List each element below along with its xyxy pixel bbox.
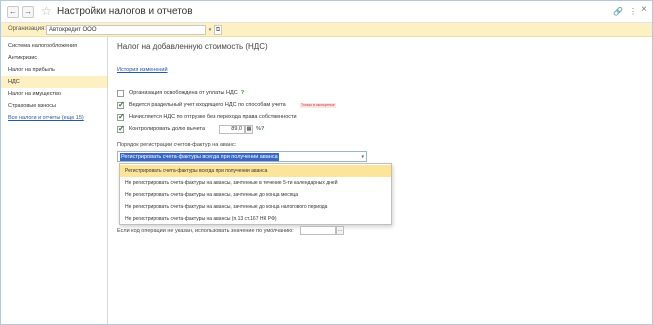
- organization-input[interactable]: Автокредит ООО: [46, 25, 206, 35]
- page-title: Налог на добавленную стоимость (НДС): [117, 42, 268, 51]
- option-label: Контролировать долю вычета: [129, 126, 206, 132]
- checkbox[interactable]: [117, 90, 124, 97]
- forward-arrow-icon[interactable]: →: [22, 6, 34, 18]
- option-label: Начисляется НДС по отгрузке без перехода…: [129, 114, 297, 120]
- status-badge: Только в экспортные: [300, 103, 336, 108]
- back-arrow-icon[interactable]: ←: [7, 6, 19, 18]
- select-button[interactable]: ...: [336, 226, 344, 235]
- sidebar-item-insurance[interactable]: Страховые взносы: [1, 100, 107, 112]
- checkbox[interactable]: [117, 112, 125, 121]
- default-code-label: Если код операции не указан, использоват…: [117, 228, 294, 234]
- sidebar-item-property-tax[interactable]: Налог на имущество: [1, 88, 107, 100]
- dropdown-option[interactable]: Не регистрировать счета-фактуры на аванс…: [120, 177, 391, 189]
- chevron-down-icon[interactable]: ▾: [361, 153, 364, 161]
- organization-label: Организация:: [8, 26, 46, 32]
- main-panel: Налог на добавленную стоимость (НДС) Ист…: [108, 37, 652, 324]
- open-form-icon[interactable]: ⧉: [214, 25, 222, 35]
- option-label: Организация освобождена от уплаты НДС?: [129, 90, 245, 96]
- invoice-order-dropdown: Регистрировать счета-фактуры всегда при …: [119, 163, 392, 225]
- option-label: Ведется раздельный учет входящего НДС по…: [129, 102, 286, 108]
- dropdown-option[interactable]: Не регистрировать счета-фактуры на аванс…: [120, 213, 391, 225]
- help-icon[interactable]: ?: [261, 125, 264, 134]
- history-link[interactable]: История изменений: [117, 67, 168, 73]
- sidebar-item-anticrisis[interactable]: Антикризис: [1, 52, 107, 64]
- sidebar-item-tax-system[interactable]: Система налогообложения: [1, 40, 107, 52]
- dropdown-option[interactable]: Регистрировать счета-фактуры всегда при …: [120, 165, 391, 177]
- close-icon[interactable]: ×: [641, 5, 647, 15]
- sidebar-item-profit-tax[interactable]: Налог на прибыль: [1, 64, 107, 76]
- sidebar-item-all-taxes-link[interactable]: Все налоги и отчеты (еще 15): [1, 112, 107, 124]
- star-icon[interactable]: ☆: [41, 4, 52, 18]
- default-code-input[interactable]: [300, 226, 336, 235]
- sidebar: Система налогообложения Антикризис Налог…: [1, 37, 108, 324]
- chevron-down-icon[interactable]: ▾: [206, 25, 214, 35]
- link-icon[interactable]: 🔗: [613, 7, 623, 17]
- organization-bar: Организация: Автокредит ООО ▾ ⧉: [1, 23, 652, 37]
- window-title: Настройки налогов и отчетов: [57, 6, 193, 17]
- select-value: Регистрировать счета-фактуры всегда при …: [120, 153, 279, 161]
- deduction-share-input[interactable]: 89,0: [219, 125, 245, 134]
- more-menu-icon[interactable]: ⋮: [629, 7, 637, 17]
- option-control-deduction[interactable]: Контролировать долю вычета 89,0 ▦ % ?: [117, 124, 277, 134]
- help-icon[interactable]: ?: [241, 90, 244, 96]
- sidebar-item-vat[interactable]: НДС: [1, 76, 107, 88]
- calculator-icon[interactable]: ▦: [245, 125, 253, 134]
- title-bar: ← → ☆ Настройки налогов и отчетов 🔗 ⋮ ×: [1, 1, 652, 23]
- checkbox[interactable]: [117, 100, 125, 109]
- invoice-order-select[interactable]: Регистрировать счета-фактуры всегда при …: [117, 151, 367, 162]
- dropdown-option[interactable]: Не регистрировать счета-фактуры на аванс…: [120, 201, 391, 213]
- invoice-order-label: Порядок регистрации счетов-фактур на ава…: [117, 142, 237, 148]
- dropdown-option[interactable]: Не регистрировать счета-фактуры на аванс…: [120, 189, 391, 201]
- checkbox[interactable]: [117, 124, 125, 133]
